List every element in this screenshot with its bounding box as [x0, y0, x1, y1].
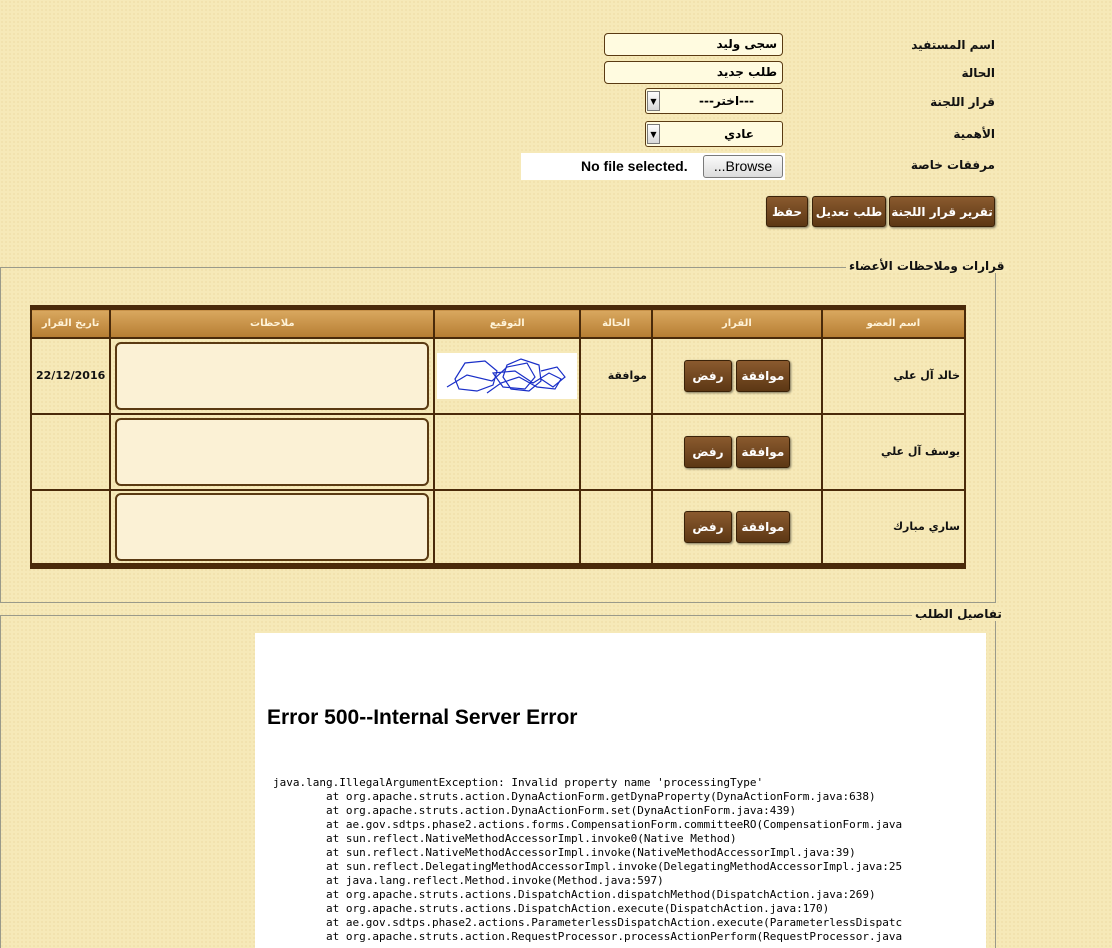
importance-select[interactable]: عادي ▼ — [645, 121, 783, 147]
status-label: الحالة — [961, 66, 995, 80]
reject-button[interactable]: رفض — [683, 359, 732, 392]
column-header-member: اسم العضو — [820, 305, 967, 339]
member-name: خالد آل علي — [820, 336, 967, 415]
stack-trace-line: at org.apache.struts.action.DynaActionFo… — [273, 790, 876, 803]
column-header-status: الحالة — [579, 305, 653, 339]
beneficiary-label: اسم المستفيد — [911, 38, 995, 52]
column-header-notes: ملاحظات — [109, 305, 436, 339]
committee-decision-select[interactable]: ---اختر--- ▼ — [645, 88, 783, 114]
reject-button[interactable]: رفض — [683, 435, 732, 468]
error-title: Error 500--Internal Server Error — [267, 706, 578, 729]
approve-button[interactable]: موافقة — [735, 359, 790, 392]
approve-button[interactable]: موافقة — [735, 435, 790, 468]
stack-trace-line: at org.apache.struts.actions.DispatchAct… — [273, 902, 830, 915]
stack-trace-line: java.lang.IllegalArgumentException: Inva… — [273, 776, 764, 789]
signature-cell — [433, 412, 582, 491]
decision-status — [579, 412, 653, 491]
stack-trace-line: at org.apache.struts.actions.DispatchAct… — [273, 888, 876, 901]
request-edit-button[interactable]: طلب تعديل — [812, 196, 886, 227]
member-name: ساري مبارك — [820, 488, 967, 567]
stack-trace-line: at sun.reflect.NativeMethodAccessorImpl.… — [273, 846, 856, 859]
approve-button[interactable]: موافقة — [735, 510, 790, 543]
notes-textarea[interactable] — [115, 417, 430, 486]
error-panel: Error 500--Internal Server Error java.la… — [255, 633, 986, 948]
column-header-decision: القرار — [651, 305, 823, 339]
decision-status — [579, 488, 653, 567]
column-header-signature: التوقيع — [433, 305, 582, 339]
table-row: ساري مبارك موافقة رفض — [29, 488, 967, 567]
chevron-down-icon[interactable]: ▼ — [647, 91, 660, 111]
signature-image — [437, 352, 578, 399]
importance-label: الأهمية — [953, 127, 995, 141]
stack-trace-line: at ae.gov.sdtps.phase2.actions.forms.Com… — [273, 818, 903, 831]
table-row: خالد آل علي موافقة رفض موافقة 22/12/2016 — [29, 336, 967, 415]
members-table: اسم العضو القرار الحالة التوقيع ملاحظات … — [29, 305, 967, 569]
save-button[interactable]: حفظ — [766, 196, 808, 227]
committee-decision-value: ---اختر--- — [698, 94, 754, 108]
stack-trace-line: at org.apache.struts.action.DynaActionFo… — [273, 804, 797, 817]
stack-trace-line: at org.apache.struts.action.RequestProce… — [273, 930, 903, 943]
reject-button[interactable]: رفض — [683, 510, 732, 543]
status-field[interactable]: طلب جديد — [604, 61, 783, 84]
table-row: يوسف آل علي موافقة رفض — [29, 412, 967, 491]
decision-date: 22/12/2016 — [29, 336, 112, 415]
decision-date — [29, 412, 112, 491]
decision-date — [29, 488, 112, 567]
stack-trace-line: at sun.reflect.NativeMethodAccessorImpl.… — [273, 832, 737, 845]
file-upload[interactable]: No file selected. ...Browse — [521, 153, 785, 180]
signature-cell — [433, 336, 582, 415]
members-decisions-legend: قرارات وملاحظات الأعضاء — [846, 259, 1008, 273]
beneficiary-name-field[interactable]: سجى وليد — [604, 33, 783, 56]
column-header-date: تاريخ القرار — [29, 305, 112, 339]
attachments-label: مرفقات خاصة — [910, 158, 995, 172]
decision-status: موافقة — [579, 336, 653, 415]
committee-report-button[interactable]: تقرير قرار اللجنة — [889, 196, 995, 227]
notes-textarea[interactable] — [115, 341, 430, 410]
signature-cell — [433, 488, 582, 567]
stack-trace-line: at sun.reflect.DelegatingMethodAccessorI… — [273, 860, 903, 873]
notes-textarea[interactable] — [115, 492, 430, 561]
stack-trace-line: at ae.gov.sdtps.phase2.actions.Parameter… — [273, 916, 903, 929]
stack-trace-line: at java.lang.reflect.Method.invoke(Metho… — [273, 874, 664, 887]
file-status-text: No file selected. — [581, 158, 688, 174]
committee-decision-label: قرار اللجنة — [930, 95, 995, 109]
stack-trace: java.lang.IllegalArgumentException: Inva… — [273, 776, 902, 944]
importance-value: عادي — [724, 127, 754, 141]
request-details-legend: تفاصيل الطلب — [912, 607, 1005, 621]
chevron-down-icon[interactable]: ▼ — [647, 124, 660, 144]
member-name: يوسف آل علي — [820, 412, 967, 491]
browse-button[interactable]: ...Browse — [703, 155, 783, 178]
